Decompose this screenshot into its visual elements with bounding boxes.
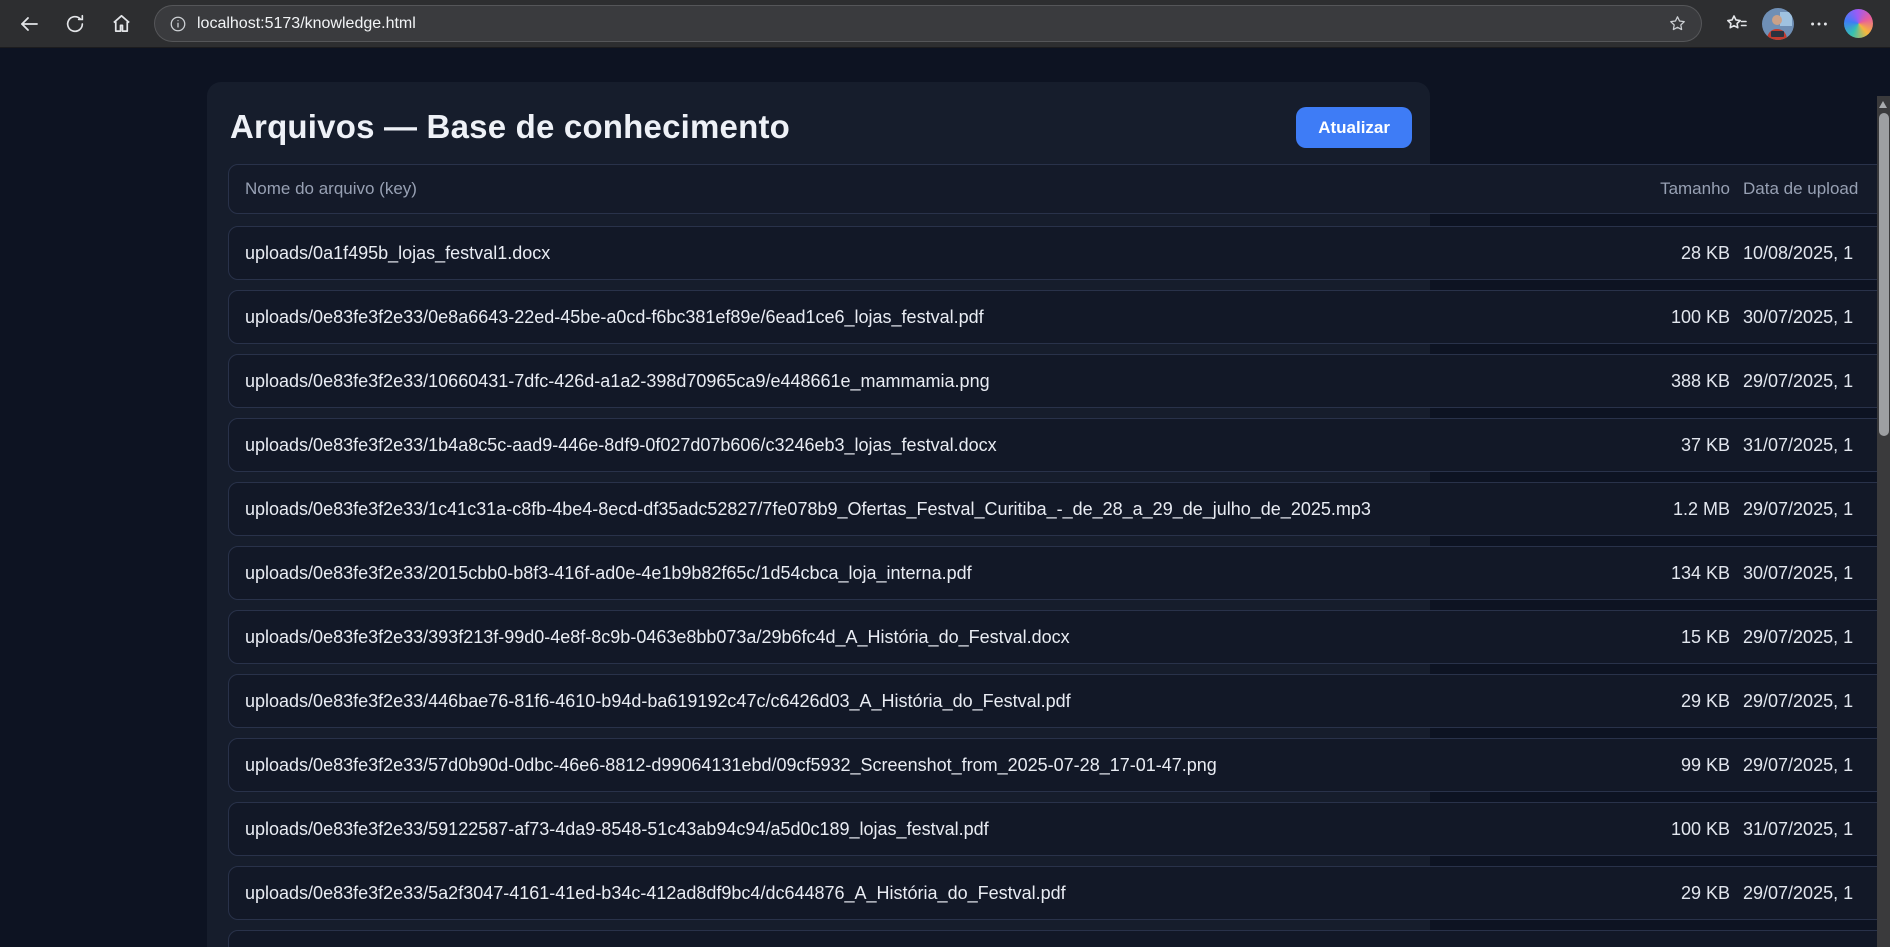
file-name: uploads/0e83fe3f2e33/57d0b90d-0dbc-46e6-… <box>245 755 1620 776</box>
url-text: localhost:5173/knowledge.html <box>197 15 1658 33</box>
file-name: uploads/0e83fe3f2e33/59122587-af73-4da9-… <box>245 819 1620 840</box>
file-size: 100 KB <box>1620 819 1730 840</box>
reload-button[interactable] <box>56 5 94 43</box>
file-name: uploads/0e83fe3f2e33/446bae76-81f6-4610-… <box>245 691 1620 712</box>
reload-icon <box>64 13 86 35</box>
file-upload-date: 31/07/2025, 1 <box>1743 819 1890 840</box>
file-size: 100 KB <box>1620 307 1730 328</box>
file-list: uploads/0a1f495b_lojas_festval1.docx 28 … <box>228 226 1890 920</box>
back-button[interactable] <box>10 5 48 43</box>
files-table: Nome do arquivo (key) Tamanho Data de up… <box>228 164 1890 947</box>
file-upload-date: 29/07/2025, 1 <box>1743 691 1890 712</box>
table-row: uploads/0e83fe3f2e33/1b4a8c5c-aad9-446e-… <box>228 418 1890 472</box>
file-size: 29 KB <box>1620 883 1730 904</box>
column-header-size: Tamanho <box>1620 179 1730 199</box>
favorites-bar-button[interactable] <box>1718 5 1756 43</box>
profile-avatar-button[interactable] <box>1762 8 1794 40</box>
file-size: 28 KB <box>1620 243 1730 264</box>
file-upload-date: 29/07/2025, 1 <box>1743 371 1890 392</box>
column-header-name: Nome do arquivo (key) <box>245 179 1620 199</box>
file-upload-date: 31/07/2025, 1 <box>1743 435 1890 456</box>
table-row: uploads/0e83fe3f2e33/59122587-af73-4da9-… <box>228 802 1890 856</box>
file-name: uploads/0a1f495b_lojas_festval1.docx <box>245 243 1620 264</box>
page-scrollbar[interactable] <box>1877 96 1890 947</box>
file-upload-date: 10/08/2025, 1 <box>1743 243 1890 264</box>
file-size: 134 KB <box>1620 563 1730 584</box>
file-size: 1.2 MB <box>1620 499 1730 520</box>
column-header-date: Data de upload <box>1743 179 1890 199</box>
card-header: Arquivos — Base de conhecimento Atualiza… <box>207 82 1430 150</box>
copilot-button[interactable] <box>1844 9 1873 38</box>
site-info-button[interactable] <box>169 15 187 33</box>
file-size: 15 KB <box>1620 627 1730 648</box>
home-button[interactable] <box>102 5 140 43</box>
table-row: uploads/0e83fe3f2e33/393f213f-99d0-4e8f-… <box>228 610 1890 664</box>
table-row: uploads/0e83fe3f2e33/1c41c31a-c8fb-4be4-… <box>228 482 1890 536</box>
address-bar[interactable]: localhost:5173/knowledge.html <box>154 5 1702 42</box>
table-row: uploads/0e83fe3f2e33/57d0b90d-0dbc-46e6-… <box>228 738 1890 792</box>
file-name: uploads/0e83fe3f2e33/10660431-7dfc-426d-… <box>245 371 1620 392</box>
refresh-button[interactable]: Atualizar <box>1296 107 1412 148</box>
star-lines-icon <box>1725 12 1749 36</box>
file-name: uploads/0e83fe3f2e33/393f213f-99d0-4e8f-… <box>245 627 1620 648</box>
file-size: 99 KB <box>1620 755 1730 776</box>
table-header-row: Nome do arquivo (key) Tamanho Data de up… <box>228 164 1890 214</box>
table-row: uploads/0e83fe3f2e33/2015cbb0-b8f3-416f-… <box>228 546 1890 600</box>
file-size: 37 KB <box>1620 435 1730 456</box>
file-upload-date: 29/07/2025, 1 <box>1743 883 1890 904</box>
file-upload-date: 29/07/2025, 1 <box>1743 499 1890 520</box>
browser-toolbar: localhost:5173/knowledge.html <box>0 0 1890 48</box>
file-name: uploads/0e83fe3f2e33/1b4a8c5c-aad9-446e-… <box>245 435 1620 456</box>
table-row: uploads/0e83fe3f2e33/5a2f3047-4161-41ed-… <box>228 866 1890 920</box>
toolbar-right-group <box>1718 5 1873 43</box>
page-content: Arquivos — Base de conhecimento Atualiza… <box>0 48 1890 947</box>
file-name: uploads/0e83fe3f2e33/1c41c31a-c8fb-4be4-… <box>245 499 1620 520</box>
bookmark-star-button[interactable] <box>1668 14 1687 33</box>
page-title: Arquivos — Base de conhecimento <box>230 108 790 146</box>
home-icon <box>110 12 133 35</box>
file-size: 29 KB <box>1620 691 1730 712</box>
back-arrow-icon <box>17 12 41 36</box>
scrollbar-up-arrow-icon[interactable] <box>1879 101 1887 108</box>
file-name: uploads/0e83fe3f2e33/0e8a6643-22ed-45be-… <box>245 307 1620 328</box>
file-upload-date: 29/07/2025, 1 <box>1743 755 1890 776</box>
file-upload-date: 29/07/2025, 1 <box>1743 627 1890 648</box>
table-row-partial <box>228 930 1890 947</box>
file-name: uploads/0e83fe3f2e33/5a2f3047-4161-41ed-… <box>245 883 1620 904</box>
file-upload-date: 30/07/2025, 1 <box>1743 563 1890 584</box>
file-upload-date: 30/07/2025, 1 <box>1743 307 1890 328</box>
file-size: 388 KB <box>1620 371 1730 392</box>
table-row: uploads/0a1f495b_lojas_festval1.docx 28 … <box>228 226 1890 280</box>
star-icon <box>1668 14 1687 33</box>
knowledge-base-card: Arquivos — Base de conhecimento Atualiza… <box>207 82 1430 947</box>
info-icon <box>169 15 187 33</box>
ellipsis-icon <box>1808 13 1830 35</box>
avatar-photo <box>1762 8 1794 40</box>
table-row: uploads/0e83fe3f2e33/0e8a6643-22ed-45be-… <box>228 290 1890 344</box>
more-menu-button[interactable] <box>1800 5 1838 43</box>
table-row: uploads/0e83fe3f2e33/446bae76-81f6-4610-… <box>228 674 1890 728</box>
table-row: uploads/0e83fe3f2e33/10660431-7dfc-426d-… <box>228 354 1890 408</box>
scrollbar-thumb[interactable] <box>1879 113 1889 436</box>
file-name: uploads/0e83fe3f2e33/2015cbb0-b8f3-416f-… <box>245 563 1620 584</box>
